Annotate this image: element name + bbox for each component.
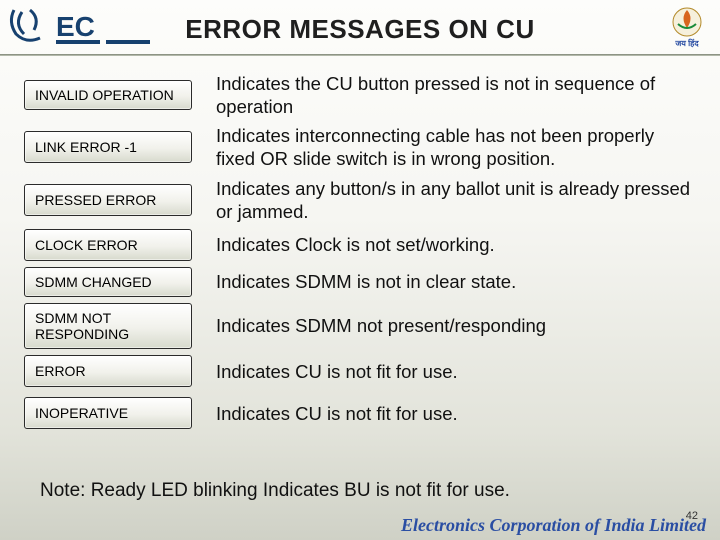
description: Indicates Clock is not set/working. [192,233,696,256]
page-title: ERROR MESSAGES ON CU [0,14,720,45]
description: Indicates CU is not fit for use. [192,402,696,425]
note: Note: Ready LED blinking Indicates BU is… [40,480,510,502]
footer-brand: Electronics Corporation of India Limited [401,515,706,536]
label: PRESSED ERROR [24,184,192,216]
description: Indicates SDMM is not in clear state. [192,270,696,293]
description: Indicates SDMM not present/responding [192,314,696,337]
row-pressed-error: PRESSED ERROR Indicates any button/s in … [24,177,696,223]
divider [0,54,720,56]
row-invalid-operation: INVALID OPERATION Indicates the CU butto… [24,72,696,118]
label: LINK ERROR -1 [24,131,192,163]
row-inoperative: INOPERATIVE Indicates CU is not fit for … [24,397,696,429]
row-error: ERROR Indicates CU is not fit for use. [24,355,696,387]
description: Indicates the CU button pressed is not i… [192,72,696,118]
label: INVALID OPERATION [24,80,192,110]
description: Indicates CU is not fit for use. [192,360,696,383]
description: Indicates interconnecting cable has not … [192,124,696,170]
row-link-error: LINK ERROR -1 Indicates interconnecting … [24,124,696,170]
label: SDMM CHANGED [24,267,192,297]
error-table: INVALID OPERATION Indicates the CU butto… [0,72,720,435]
row-sdmm-not-responding: SDMM NOT RESPONDING Indicates SDMM not p… [24,303,696,349]
description: Indicates any button/s in any ballot uni… [192,177,696,223]
row-clock-error: CLOCK ERROR Indicates Clock is not set/w… [24,229,696,261]
row-sdmm-changed: SDMM CHANGED Indicates SDMM is not in cl… [24,267,696,297]
label: ERROR [24,355,192,387]
label: INOPERATIVE [24,397,192,429]
label: CLOCK ERROR [24,229,192,261]
label: SDMM NOT RESPONDING [24,303,192,349]
